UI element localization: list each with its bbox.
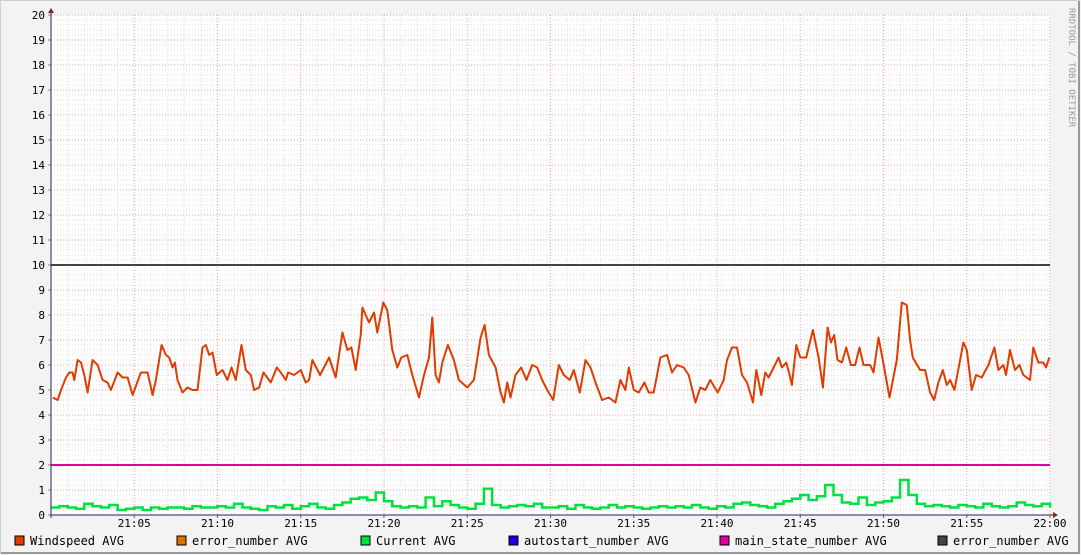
chart-svg: 01234567891011121314151617181920 21:05 21…	[0, 0, 1080, 554]
legend-item-main-state-number-avg: main_state_number AVG	[719, 534, 887, 548]
x-tick-label: 21:45	[784, 517, 817, 530]
y-tick-label: 6	[38, 359, 45, 372]
x-tick-label: 21:55	[950, 517, 983, 530]
y-tick-label: 4	[38, 409, 45, 422]
y-tick-label: 8	[38, 309, 45, 322]
y-tick-label: 16	[32, 109, 45, 122]
legend-item-windspeed-avg: Windspeed AVG	[14, 534, 124, 548]
legend-swatch-icon	[176, 535, 187, 546]
y-tick-label: 12	[32, 209, 45, 222]
y-tick-label: 15	[32, 134, 45, 147]
y-tick-label: 0	[38, 509, 45, 522]
legend-label: main_state_number AVG	[735, 534, 887, 548]
legend-swatch-icon	[14, 535, 25, 546]
legend-label: autostart_number AVG	[524, 534, 669, 548]
legend-label: Windspeed AVG	[30, 534, 124, 548]
x-tick-label: 21:15	[284, 517, 317, 530]
legend-swatch-icon	[360, 535, 371, 546]
watermark: RRDTOOL / TOBI OETIKER	[1066, 8, 1076, 128]
y-tick-label: 3	[38, 434, 45, 447]
legend-item-error-number-avg: error_number AVG	[176, 534, 308, 548]
x-tick-label: 21:25	[451, 517, 484, 530]
x-tick-label: 22:00	[1033, 517, 1066, 530]
legend-swatch-icon	[508, 535, 519, 546]
y-tick-label: 2	[38, 459, 45, 472]
y-tick-label: 10	[32, 259, 45, 272]
x-tick-label: 21:20	[367, 517, 400, 530]
x-tick-label: 21:30	[534, 517, 567, 530]
legend-item-autostart-number-avg: autostart_number AVG	[508, 534, 669, 548]
x-tick-label: 21:05	[118, 517, 151, 530]
y-tick-label: 19	[32, 34, 45, 47]
y-tick-label: 1	[38, 484, 45, 497]
x-tick-label: 21:40	[700, 517, 733, 530]
y-tick-label: 20	[32, 9, 45, 22]
legend-item-current-avg: Current AVG	[360, 534, 455, 548]
y-tick-label: 18	[32, 59, 45, 72]
y-tick-label: 17	[32, 84, 45, 97]
legend-label: error_number AVG	[192, 534, 308, 548]
legend-swatch-icon	[937, 535, 948, 546]
y-tick-label: 9	[38, 284, 45, 297]
y-tick-label: 13	[32, 184, 45, 197]
y-tick-label: 11	[32, 234, 45, 247]
y-tick-label: 14	[32, 159, 46, 172]
legend-label: Current AVG	[376, 534, 455, 548]
legend-item-error-number-avg: error_number AVG	[937, 534, 1069, 548]
legend-swatch-icon	[719, 535, 730, 546]
rrd-graph: 0 1 2 3 4 5 6 7 8 9 10 11 12 13 14 15 16 17 18 19 20 21:05 21…	[0, 0, 1081, 555]
x-tick-label: 21:50	[867, 517, 900, 530]
y-tick-label: 7	[38, 334, 45, 347]
y-tick-label: 5	[38, 384, 45, 397]
x-tick-label: 21:35	[617, 517, 650, 530]
legend-label: error_number AVG	[953, 534, 1069, 548]
x-tick-label: 21:10	[201, 517, 234, 530]
